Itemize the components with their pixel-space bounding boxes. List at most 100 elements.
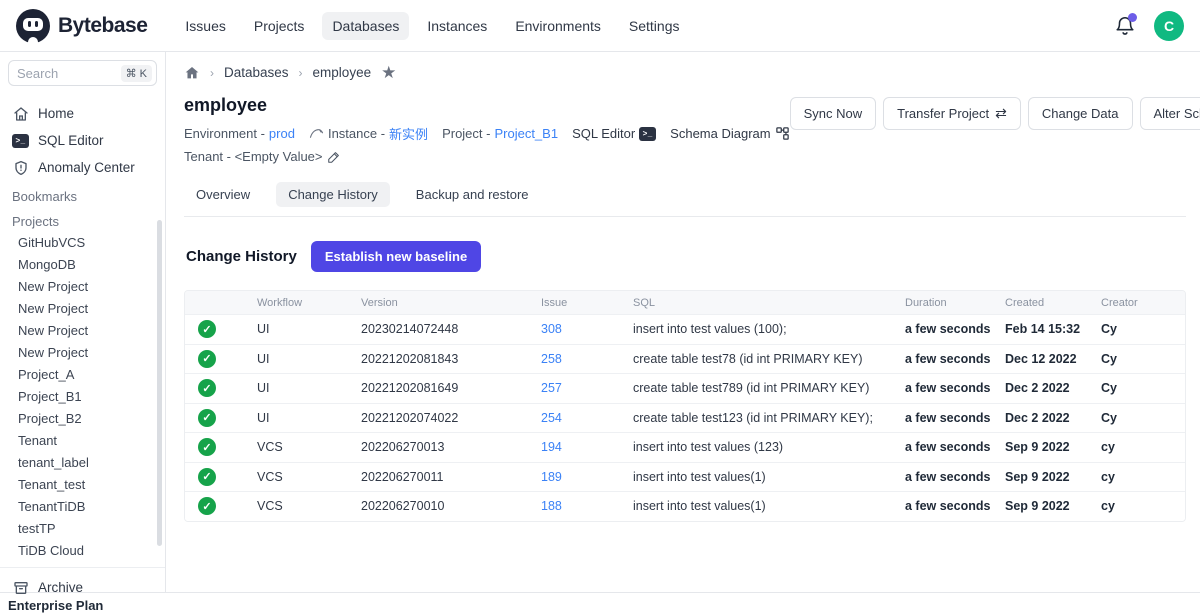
- nav-item-issues[interactable]: Issues: [175, 12, 235, 40]
- main-nav: Issues ProjectsDatabases Instances Environm…: [175, 12, 689, 40]
- status-done-icon: ✓: [198, 497, 216, 515]
- tab-overview[interactable]: Overview: [184, 182, 262, 207]
- transfer-project-button[interactable]: Transfer Project⇄: [883, 97, 1021, 130]
- table-row: ✓VCS202206270013194insert into test valu…: [185, 432, 1185, 462]
- bookmark-star-icon[interactable]: ★: [381, 64, 396, 81]
- sidebar-project-project-b1[interactable]: Project_B1: [0, 385, 165, 407]
- issue-link[interactable]: 188: [541, 499, 633, 513]
- issue-link[interactable]: 194: [541, 440, 633, 454]
- change-data-button[interactable]: Change Data: [1028, 97, 1133, 130]
- version-cell: 20221202074022: [361, 411, 541, 425]
- sidebar-item-sql-editor[interactable]: >_ SQL Editor: [0, 127, 165, 154]
- sidebar-project-new-project[interactable]: New Project: [0, 319, 165, 341]
- main-content: › Databases › employee ★ employee Enviro…: [166, 52, 1200, 592]
- establish-baseline-button[interactable]: Establish new baseline: [311, 241, 481, 272]
- tenant-label: Tenant - <Empty Value>: [184, 149, 323, 164]
- sidebar-project-tenanttidb[interactable]: TenantTiDB: [0, 495, 165, 517]
- sidebar-project-mongodb[interactable]: MongoDB: [0, 253, 165, 275]
- nav-item-environments[interactable]: Environments: [505, 12, 611, 40]
- version-cell: 202206270011: [361, 470, 541, 484]
- version-cell: 20230214072448: [361, 322, 541, 336]
- sidebar-project-tidb-cloud[interactable]: TiDB Cloud: [0, 539, 165, 561]
- sidebar-project-new-project[interactable]: New Project: [0, 275, 165, 297]
- sidebar-project-new-project[interactable]: New Project: [0, 297, 165, 319]
- search-input[interactable]: [17, 66, 103, 81]
- sql-cell: create table test789 (id int PRIMARY KEY…: [633, 381, 905, 395]
- table-row: ✓UI20221202081843258create table test78 …: [185, 344, 1185, 374]
- tab-backup-and-restore[interactable]: Backup and restore: [404, 182, 541, 207]
- status-cell: ✓: [185, 409, 257, 427]
- col-duration: Duration: [905, 297, 1005, 309]
- environment-link[interactable]: prod: [269, 126, 295, 141]
- nav-item-instances[interactable]: Instances: [417, 12, 497, 40]
- bytebase-logo-icon: [16, 9, 50, 43]
- archive-icon: [12, 579, 29, 596]
- sidebar-project-project-b2[interactable]: Project_B2: [0, 407, 165, 429]
- status-done-icon: ✓: [198, 350, 216, 368]
- breadcrumb-separator: ›: [210, 66, 214, 80]
- nav-item-projects[interactable]: Projects: [244, 12, 315, 40]
- sidebar: ⌘ K Home >_ SQL Editor Anomaly Center Bo…: [0, 52, 166, 592]
- duration-cell: a few seconds: [905, 322, 1005, 336]
- plan-footer: Enterprise Plan: [0, 592, 1200, 613]
- nav-item-databases[interactable]: Databases: [322, 12, 409, 40]
- sidebar-project-githubvcs[interactable]: GitHubVCS: [0, 231, 165, 253]
- sidebar-project-tenant-label[interactable]: tenant_label: [0, 451, 165, 473]
- instance-label: Instance -: [328, 126, 385, 141]
- nav-item-settings[interactable]: Settings: [619, 12, 690, 40]
- sql-editor-shortcut[interactable]: SQL Editor >_: [572, 126, 656, 141]
- breadcrumb-current: employee: [313, 65, 372, 80]
- issue-link[interactable]: 189: [541, 470, 633, 484]
- notifications-button[interactable]: [1114, 15, 1136, 37]
- col-workflow: Workflow: [257, 297, 361, 309]
- instance-link[interactable]: 新实例: [389, 124, 428, 143]
- sidebar-project-tenant[interactable]: Tenant: [0, 429, 165, 451]
- search-shortcut: ⌘ K: [121, 65, 152, 82]
- sync-now-button[interactable]: Sync Now: [790, 97, 877, 130]
- sidebar-project-tenant-test[interactable]: Tenant_test: [0, 473, 165, 495]
- status-cell: ✓: [185, 438, 257, 456]
- sidebar-project-new-project[interactable]: New Project: [0, 341, 165, 363]
- environment-label: Environment -: [184, 126, 265, 141]
- issue-link[interactable]: 257: [541, 381, 633, 395]
- breadcrumb-databases[interactable]: Databases: [224, 65, 289, 80]
- creator-cell: Cy: [1101, 352, 1185, 366]
- table-row: ✓UI20230214072448308insert into test val…: [185, 314, 1185, 344]
- alter-schema-button[interactable]: Alter Schema: [1140, 97, 1200, 130]
- search-box[interactable]: ⌘ K: [8, 60, 157, 86]
- schema-diagram-shortcut[interactable]: Schema Diagram: [670, 126, 789, 141]
- table-row: ✓VCS202206270010188insert into test valu…: [185, 491, 1185, 521]
- status-done-icon: ✓: [198, 468, 216, 486]
- status-cell: ✓: [185, 350, 257, 368]
- issue-link[interactable]: 254: [541, 411, 633, 425]
- sidebar-item-anomaly-center[interactable]: Anomaly Center: [0, 154, 165, 181]
- sidebar-project-project-a[interactable]: Project_A: [0, 363, 165, 385]
- workflow-cell: UI: [257, 322, 361, 336]
- version-cell: 20221202081649: [361, 381, 541, 395]
- status-cell: ✓: [185, 497, 257, 515]
- section-title: Change History: [186, 248, 297, 265]
- sidebar-scrollbar[interactable]: [157, 220, 162, 546]
- tab-change-history[interactable]: Change History: [276, 182, 390, 207]
- issue-link[interactable]: 258: [541, 352, 633, 366]
- sql-cell: create table test78 (id int PRIMARY KEY): [633, 352, 905, 366]
- project-link[interactable]: Project_B1: [494, 126, 558, 141]
- table-row: ✓UI20221202081649257create table test789…: [185, 373, 1185, 403]
- sidebar-item-home[interactable]: Home: [0, 100, 165, 127]
- database-meta-row: Environment - prod Instance - 新实例 Projec…: [184, 124, 790, 143]
- version-cell: 20221202081843: [361, 352, 541, 366]
- sidebar-project-testtp[interactable]: testTP: [0, 517, 165, 539]
- sidebar-item-archive[interactable]: Archive: [0, 574, 165, 601]
- issue-link[interactable]: 308: [541, 322, 633, 336]
- sql-cell: insert into test values(1): [633, 499, 905, 513]
- edit-pencil-icon[interactable]: [327, 150, 341, 164]
- table-header-row: WorkflowVersionIssueSQLDurationCreatedCr…: [185, 291, 1185, 314]
- created-cell: Sep 9 2022: [1005, 499, 1101, 513]
- created-cell: Dec 2 2022: [1005, 411, 1101, 425]
- creator-cell: Cy: [1101, 411, 1185, 425]
- projects-section-header: Projects: [0, 206, 165, 231]
- user-avatar[interactable]: C: [1154, 11, 1184, 41]
- bytebase-logo[interactable]: Bytebase: [16, 9, 147, 43]
- breadcrumb-home-icon[interactable]: [184, 65, 200, 81]
- notification-dot: [1128, 13, 1137, 22]
